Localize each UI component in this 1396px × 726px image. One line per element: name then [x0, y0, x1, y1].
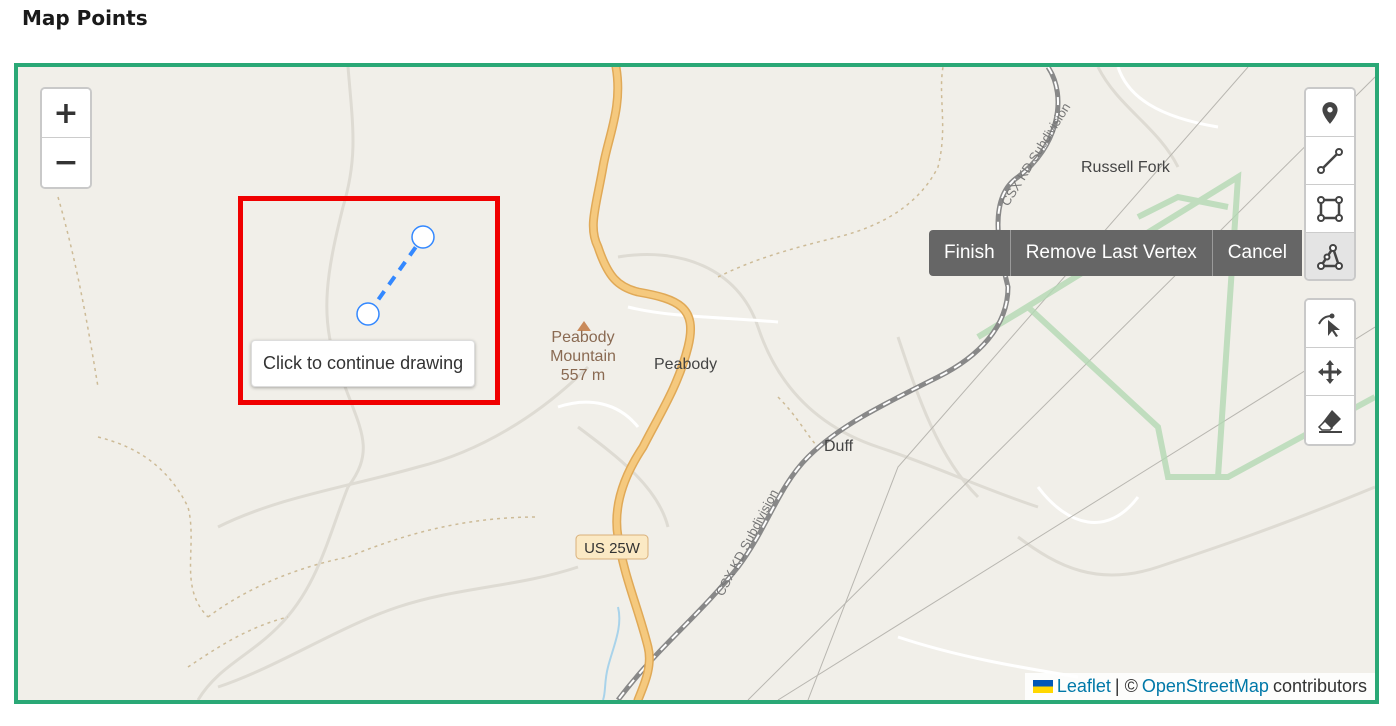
zoom-control: + − — [40, 87, 92, 189]
edit-vertex-icon — [1318, 313, 1340, 337]
map-label-russell-fork: Russell Fork — [1081, 159, 1171, 176]
draw-polygon-button[interactable] — [1306, 233, 1354, 279]
attribution-separator: | © — [1114, 676, 1138, 696]
zoom-out-button[interactable]: − — [42, 138, 90, 187]
eraser-icon — [1317, 410, 1342, 433]
map-label-rail-2: CSX KD Subdivision — [712, 487, 781, 599]
draw-marker-button[interactable] — [1306, 89, 1354, 137]
move-icon — [1318, 359, 1342, 384]
map-label-peabody: Peabody — [654, 356, 717, 373]
map-label-duff: Duff — [824, 438, 854, 455]
move-button[interactable] — [1306, 348, 1354, 396]
map-tiles[interactable]: Peabody Mountain 557 m Peabody Duff Russ… — [18, 67, 1375, 700]
openstreetmap-link[interactable]: OpenStreetMap — [1142, 676, 1269, 697]
map-label-rail-1: CSX KD Subdivision — [998, 100, 1074, 208]
polyline-icon — [1317, 147, 1343, 174]
draw-polyline-button[interactable] — [1306, 137, 1354, 185]
map-label-peak-name-line2: Mountain — [550, 348, 616, 365]
eraser-button[interactable] — [1306, 396, 1354, 444]
road-shield-us25w: US 25W — [584, 540, 641, 557]
map-container[interactable]: Peabody Mountain 557 m Peabody Duff Russ… — [14, 63, 1379, 704]
zoom-in-button[interactable]: + — [42, 89, 90, 138]
highlight-box — [238, 196, 500, 405]
marker-icon — [1322, 101, 1338, 124]
map-attribution: Leaflet | © OpenStreetMap contributors — [1024, 673, 1375, 700]
attribution-suffix: contributors — [1272, 676, 1367, 696]
edit-vertex-button[interactable] — [1306, 300, 1354, 348]
map-label-peak-elevation: 557 m — [561, 367, 605, 384]
cancel-button[interactable]: Cancel — [1213, 230, 1302, 276]
polygon-icon — [1317, 244, 1343, 270]
ukraine-flag-icon — [1032, 680, 1053, 693]
page-title: Map Points — [22, 6, 148, 30]
remove-last-vertex-button[interactable]: Remove Last Vertex — [1011, 230, 1213, 276]
draw-rectangle-button[interactable] — [1306, 185, 1354, 233]
map-label-peak-name: Peabody — [551, 329, 614, 346]
edit-toolbar — [1304, 298, 1356, 446]
draw-toolbar — [1304, 87, 1356, 281]
finish-button[interactable]: Finish — [929, 230, 1011, 276]
rectangle-icon — [1317, 195, 1343, 222]
leaflet-link[interactable]: Leaflet — [1057, 676, 1111, 697]
draw-actions-bar: Finish Remove Last Vertex Cancel — [929, 230, 1302, 276]
